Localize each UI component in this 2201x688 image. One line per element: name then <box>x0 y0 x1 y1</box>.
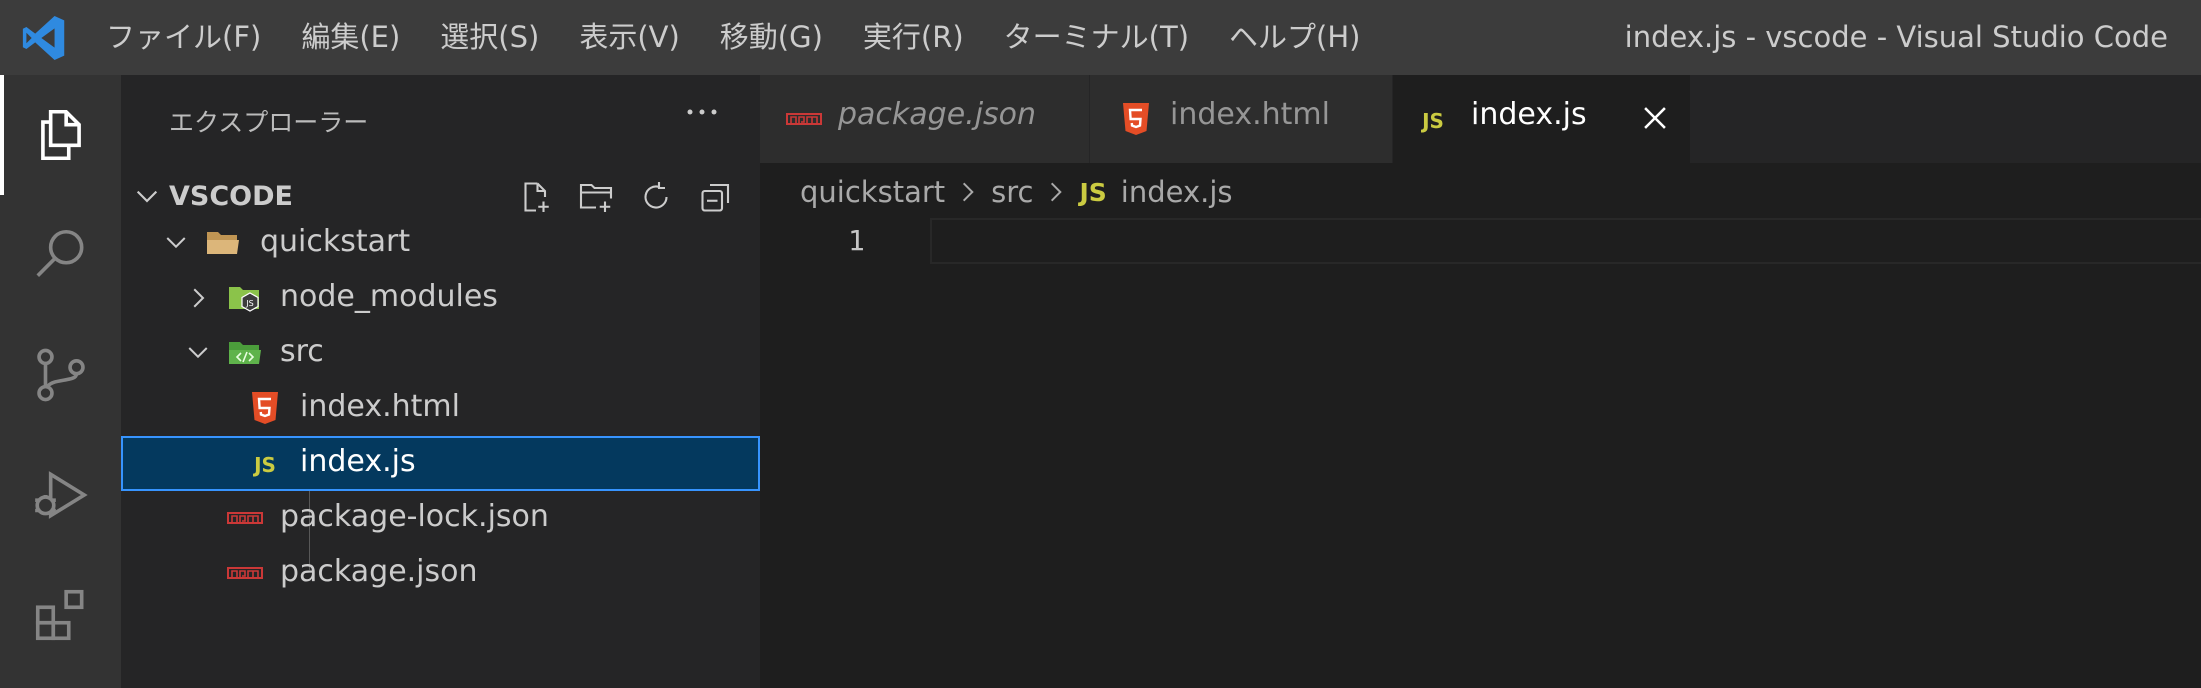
chevron-right-icon <box>1051 182 1063 202</box>
js-icon: JS <box>1420 109 1444 133</box>
breadcrumb-item[interactable]: src <box>991 175 1033 209</box>
menu-view[interactable]: 表示(V) <box>559 0 699 75</box>
chevron-right-icon <box>193 288 205 308</box>
breadcrumb-item[interactable]: index.js <box>1121 175 1233 209</box>
tree-item-label: src <box>280 334 324 369</box>
breadcrumb: quickstart src JS index.js <box>800 170 1233 214</box>
html5-icon <box>252 392 278 424</box>
extensions-icon <box>35 589 83 641</box>
menu-run[interactable]: 実行(R) <box>843 0 984 75</box>
menu-go[interactable]: 移動(G) <box>700 0 843 75</box>
new-file-icon <box>524 182 549 212</box>
html5-icon <box>1123 103 1149 135</box>
new-folder-button[interactable] <box>566 177 626 217</box>
tree-item-label: package.json <box>280 554 478 589</box>
tree-item-label: quickstart <box>260 224 411 259</box>
tree-item-label: package-lock.json <box>280 499 549 534</box>
activity-extensions[interactable] <box>0 555 121 675</box>
workspace-folder-header[interactable]: VSCODE <box>121 173 760 221</box>
run-debug-icon <box>34 471 88 519</box>
menu-help[interactable]: ヘルプ(H) <box>1209 0 1380 75</box>
line-number: 1 <box>848 224 865 257</box>
workspace-folder-name: VSCODE <box>169 181 293 212</box>
tree-item-src[interactable]: src <box>121 326 760 381</box>
activity-bar <box>0 75 121 688</box>
activity-source-control[interactable] <box>0 315 121 435</box>
tree-item-label: node_modules <box>280 279 498 314</box>
svg-text:JS: JS <box>252 453 276 477</box>
menu-bar: ファイル(F) 編集(E) 選択(S) 表示(V) 移動(G) 実行(R) ター… <box>86 0 1380 75</box>
chevron-down-icon <box>166 237 186 249</box>
source-control-icon <box>36 348 85 402</box>
explorer-icon <box>40 109 81 161</box>
js-icon: JS <box>252 453 276 477</box>
tab-index-html[interactable]: index.html <box>1090 75 1393 163</box>
editor-tab-bar: package.json index.html JS index.js <box>760 75 2201 163</box>
menu-edit[interactable]: 編集(E) <box>281 0 420 75</box>
current-line-highlight <box>930 218 2201 264</box>
menu-file[interactable]: ファイル(F) <box>86 0 281 75</box>
tree-item-node-modules[interactable]: JS node_modules <box>121 271 760 326</box>
tree-item-quickstart[interactable]: quickstart <box>121 216 760 271</box>
menu-terminal[interactable]: ターミナル(T) <box>984 0 1209 75</box>
npm-icon <box>227 567 263 579</box>
breadcrumb-item[interactable]: quickstart <box>800 175 945 209</box>
tree-item-label: index.html <box>300 389 460 424</box>
svg-text:JS: JS <box>245 299 253 308</box>
vscode-logo-icon <box>22 16 65 60</box>
ellipsis-icon[interactable] <box>682 97 722 127</box>
tree-item-index-html[interactable]: index.html <box>121 381 760 436</box>
refresh-button[interactable] <box>626 177 686 217</box>
js-icon: JS <box>1079 177 1107 207</box>
chevron-down-icon <box>188 347 208 359</box>
tab-label: index.html <box>1170 97 1330 132</box>
sidebar-title: エクスプローラー <box>169 108 369 137</box>
explorer-actions <box>506 177 746 217</box>
explorer-sidebar: エクスプローラー VSCODE quickstart JS node_modul… <box>121 75 760 688</box>
npm-icon <box>786 113 822 125</box>
collapse-all-icon <box>701 183 730 212</box>
refresh-icon <box>644 182 668 209</box>
search-icon <box>35 229 83 277</box>
window-title: index.js - vscode - Visual Studio Code <box>1624 20 2168 54</box>
tab-package-json[interactable]: package.json <box>760 75 1090 163</box>
node-folder-icon: JS <box>229 287 259 312</box>
activity-search[interactable] <box>0 195 121 315</box>
activity-explorer[interactable] <box>0 75 121 195</box>
svg-text:JS: JS <box>1420 109 1444 133</box>
npm-icon <box>227 512 263 524</box>
tree-item-package-lock[interactable]: package-lock.json <box>121 491 760 546</box>
folder-open-icon <box>207 232 239 254</box>
new-folder-icon <box>579 183 613 212</box>
tree-item-label: index.js <box>300 444 416 479</box>
chevron-right-icon <box>963 182 974 202</box>
code-editor[interactable]: 1 <box>760 214 2201 688</box>
src-folder-icon <box>229 342 261 364</box>
tab-label: package.json <box>838 97 1037 132</box>
new-file-button[interactable] <box>506 177 566 217</box>
title-bar: ファイル(F) 編集(E) 選択(S) 表示(V) 移動(G) 実行(R) ター… <box>0 0 2201 75</box>
collapse-all-button[interactable] <box>686 177 746 217</box>
menu-selection[interactable]: 選択(S) <box>420 0 559 75</box>
tab-index-js[interactable]: JS index.js <box>1393 75 1691 163</box>
tree-item-index-js[interactable]: JS index.js <box>121 436 760 491</box>
chevron-down-icon <box>136 190 158 203</box>
close-icon[interactable] <box>1638 101 1672 135</box>
activity-run-debug[interactable] <box>0 435 121 555</box>
tree-item-package-json[interactable]: package.json <box>121 546 760 601</box>
tab-label: index.js <box>1471 97 1587 132</box>
